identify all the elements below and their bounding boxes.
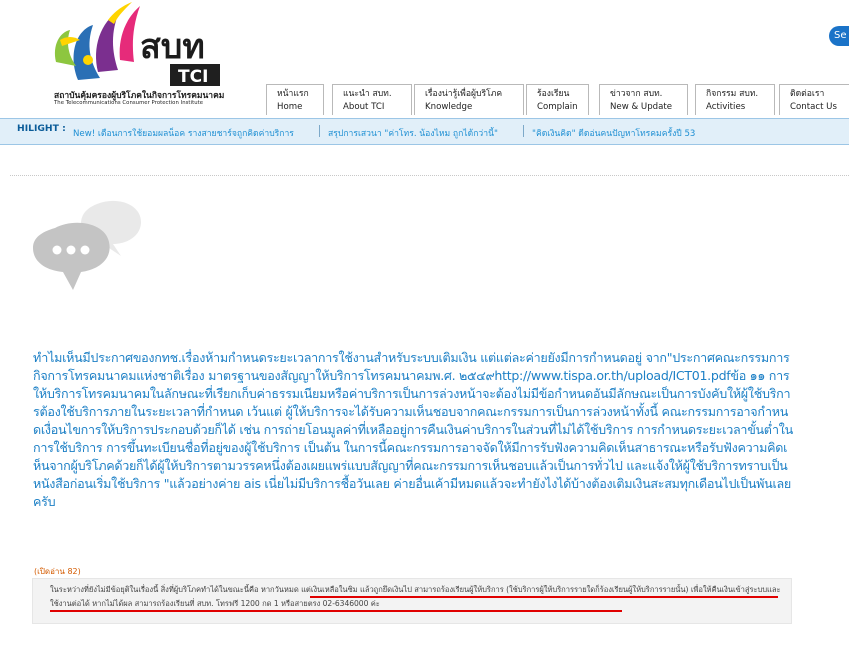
hilight-link-1[interactable]: New! เตือนการใช้ยอมผลน็อค รางสายชาร์จถูก… [73, 126, 294, 140]
nav-about-thai: แนะนำ สบท. [343, 89, 392, 99]
logo-org-name-en: The Telecommunications Consumer Protecti… [54, 100, 204, 106]
nav-contact[interactable]: ติดต่อเรา Contact Us [779, 84, 849, 115]
tci-logo-graphic: สบท TCI [54, 2, 220, 87]
view-count: (เปิดอ่าน 82) [34, 567, 81, 576]
search-button[interactable]: Se [829, 26, 849, 46]
nav-about[interactable]: แนะนำ สบท. About TCI [332, 84, 412, 115]
nav-knowledge[interactable]: เรื่องน่ารู้เพื่อผู้บริโภค Knowledge [414, 84, 524, 115]
logo-brand-en: TCI [178, 67, 208, 87]
hilight-link-3[interactable]: "คิดเงินคิด" ดีดอ่นคนปัญหาโทรคมครั้งปี 5… [532, 126, 695, 140]
nav-activities-thai: กิจกรรม สบท. [706, 89, 759, 99]
logo-brand-thai: สบท [140, 27, 205, 67]
answer-highlight-underline [310, 596, 778, 598]
hilight-separator [523, 125, 524, 137]
nav-knowledge-en: Knowledge [425, 102, 473, 112]
nav-news-en: New & Update [610, 102, 673, 112]
nav-activities[interactable]: กิจกรรม สบท. Activities [695, 84, 775, 115]
site-header: สบท TCI สถาบันคุ้มครองผู้บริโภคในกิจการโ… [0, 0, 849, 118]
hilight-separator [319, 125, 320, 137]
nav-activities-en: Activities [706, 102, 746, 112]
nav-contact-en: Contact Us [790, 102, 837, 112]
nav-contact-thai: ติดต่อเรา [790, 89, 825, 99]
answer-highlight-underline [50, 610, 622, 612]
nav-about-en: About TCI [343, 102, 385, 112]
nav-complain[interactable]: ร้องเรียน Complain [526, 84, 589, 115]
chat-bubbles-icon [33, 200, 141, 290]
nav-home-thai: หน้าแรก [277, 89, 309, 99]
hilight-link-2[interactable]: สรุปการเสวนา "ค่าโทร. น้องไหม ถูกได้กว่า… [328, 126, 498, 140]
hilight-bar: HILIGHT : New! เตือนการใช้ยอมผลน็อค รางส… [0, 118, 849, 145]
nav-news-thai: ข่าวจาก สบท. [610, 89, 663, 99]
nav-complain-thai: ร้องเรียน [537, 89, 570, 99]
nav-complain-en: Complain [537, 102, 578, 112]
nav-home-en: Home [277, 102, 303, 112]
hilight-label: HILIGHT : [17, 123, 66, 134]
tci-logo[interactable]: สบท TCI สถาบันคุ้มครองผู้บริโภคในกิจการโ… [48, 0, 228, 112]
nav-home[interactable]: หน้าแรก Home [266, 84, 324, 115]
nav-knowledge-thai: เรื่องน่ารู้เพื่อผู้บริโภค [425, 89, 503, 99]
question-text: ทำไมเห็นมีประกาศของกทช.เรื่องห้ามกำหนดระ… [33, 350, 793, 509]
nav-news[interactable]: ข่าวจาก สบท. New & Update [599, 84, 688, 115]
